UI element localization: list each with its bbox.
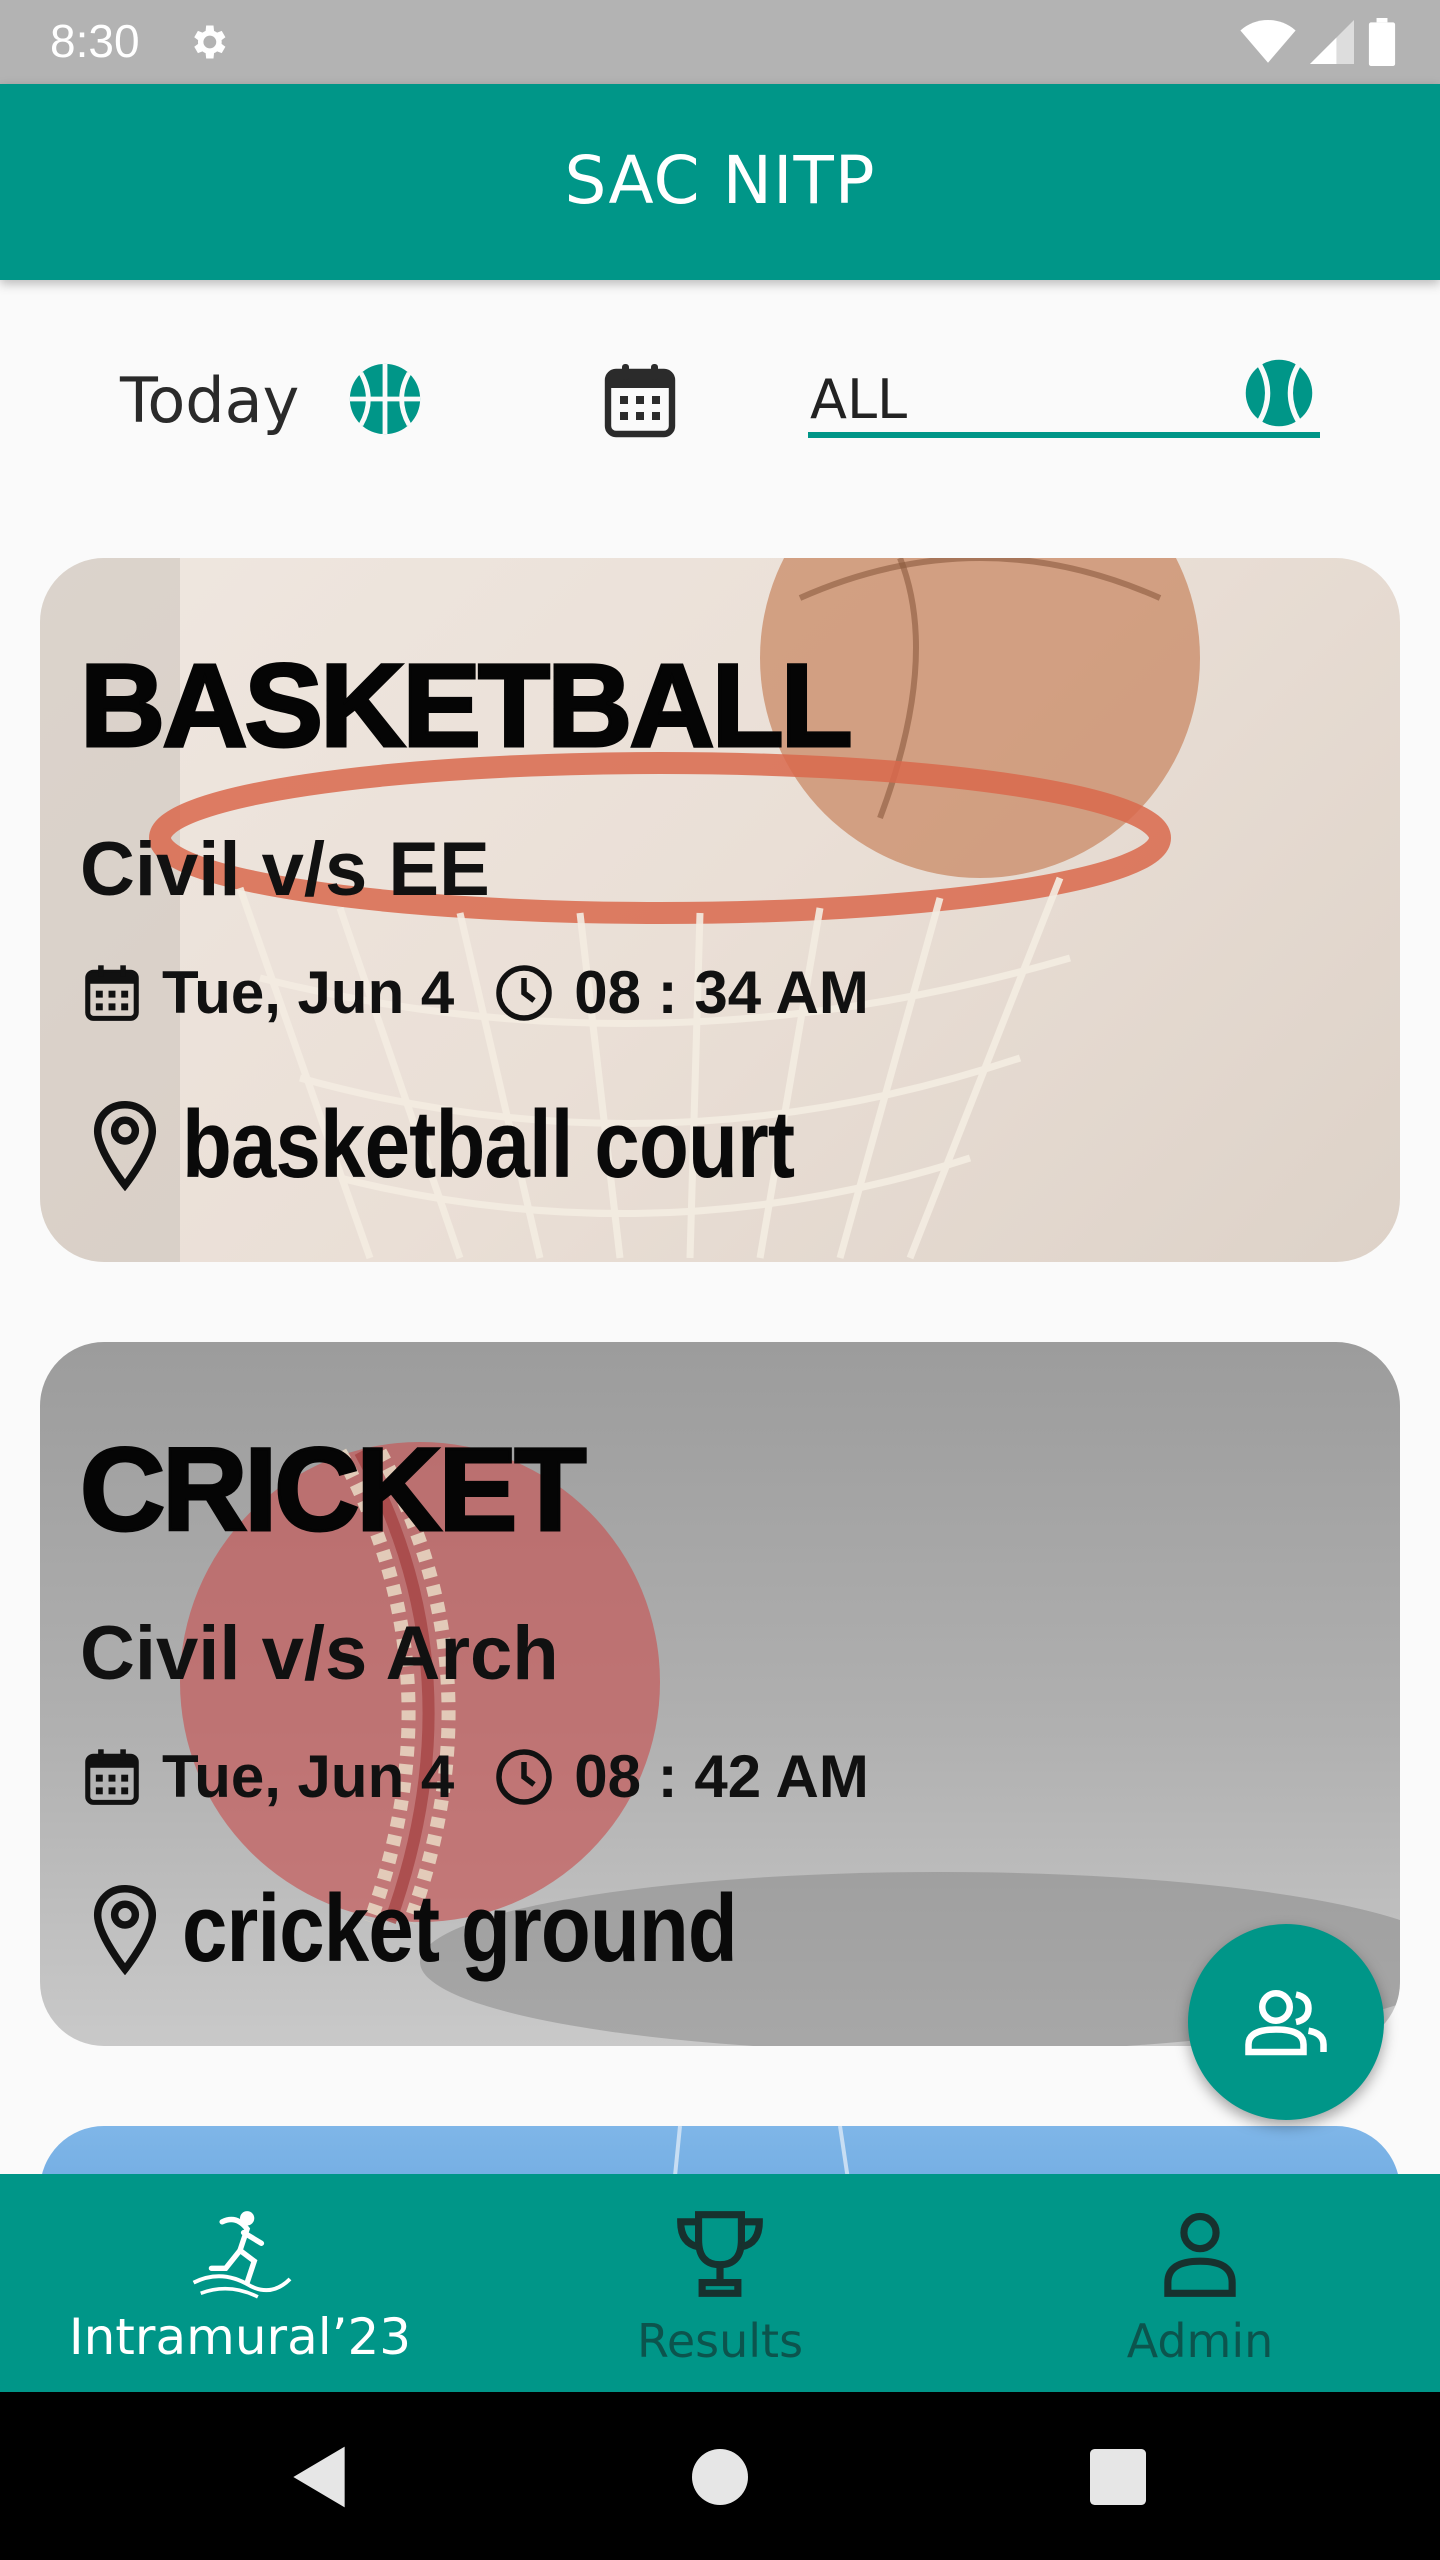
today-filter-label[interactable]: Today [120, 364, 299, 437]
back-icon[interactable] [284, 2442, 354, 2512]
recents-icon[interactable] [1083, 2442, 1153, 2512]
card-datetime: Tue, Jun 4 08 : 34 AM [82, 958, 869, 1027]
teams-fab-button[interactable] [1188, 1924, 1384, 2120]
nav-label-admin: Admin [1126, 2314, 1274, 2368]
basketball-icon[interactable] [348, 362, 422, 436]
card-venue-text: cricket ground [182, 1875, 738, 1982]
signal-icon [1310, 20, 1354, 64]
tennis-ball-icon [1245, 359, 1313, 427]
nav-label-results: Results [636, 2314, 804, 2368]
nav-tab-intramural[interactable]: Intramural’23 [0, 2174, 480, 2392]
runner-logo-icon [192, 2211, 292, 2299]
people-group-icon [1245, 1990, 1327, 2056]
card-datetime: Tue, Jun 4 08 : 42 AM [82, 1742, 869, 1811]
nav-label-intramural: Intramural’23 [68, 2308, 412, 2366]
home-icon[interactable] [685, 2442, 755, 2512]
card-date: Tue, Jun 4 [162, 959, 455, 1026]
battery-icon [1368, 18, 1396, 66]
card-date: Tue, Jun 4 [162, 1743, 455, 1810]
card-venue: basketball court [90, 1090, 902, 1200]
calendar-icon [85, 964, 139, 1021]
trophy-icon [677, 2211, 763, 2297]
nav-tab-results[interactable]: Results [480, 2174, 960, 2392]
system-navigation-bar [0, 2392, 1440, 2560]
calendar-picker-icon[interactable] [604, 362, 676, 438]
clock-icon [496, 1748, 553, 1805]
person-icon [1164, 2212, 1236, 2297]
wifi-icon [1240, 19, 1296, 63]
sport-dropdown[interactable]: ALL [808, 354, 1320, 438]
nav-tab-admin[interactable]: Admin [960, 2174, 1440, 2392]
card-venue: cricket ground [90, 1874, 835, 1984]
filter-row: Today ALL [0, 340, 1440, 470]
card-match-teams: Civil v/s Arch [80, 1611, 559, 1696]
card-match-teams: Civil v/s EE [80, 827, 490, 912]
settings-gear-icon [194, 25, 226, 59]
clock-icon [496, 964, 553, 1021]
card-sport-title: CRICKET [78, 1423, 587, 1558]
app-title: SAC NITP [564, 142, 876, 219]
card-time: 08 : 34 AM [574, 959, 869, 1026]
sport-dropdown-value: ALL [810, 368, 908, 431]
status-time: 8:30 [50, 15, 140, 67]
app-bar: SAC NITP [0, 84, 1440, 280]
location-pin-icon [93, 1885, 157, 1975]
match-card[interactable]: CRICKET Civil v/s Arch Tue, Jun 4 08 : 4… [40, 1342, 1400, 2046]
bottom-navigation: Intramural’23 Results Admin [0, 2174, 1440, 2392]
card-time: 08 : 42 AM [574, 1743, 869, 1810]
match-card[interactable]: BASKETBALL Civil v/s EE Tue, Jun 4 08 : … [40, 558, 1400, 1262]
location-pin-icon [93, 1101, 157, 1191]
calendar-icon [85, 1748, 139, 1805]
status-bar: 8:30 [0, 0, 1440, 84]
card-venue-text: basketball court [182, 1091, 795, 1198]
card-sport-title: BASKETBALL [79, 639, 855, 774]
